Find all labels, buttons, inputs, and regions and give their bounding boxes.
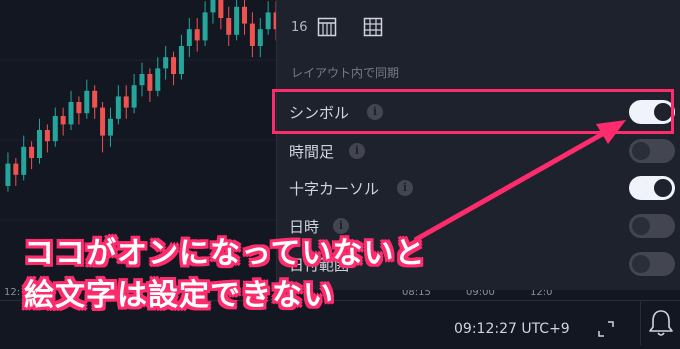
candle-body	[29, 146, 35, 158]
candle-body	[123, 96, 129, 108]
candle-body	[92, 90, 98, 108]
candle-body	[155, 68, 161, 91]
sync-row-crosshair[interactable]: 十字カーソル i	[277, 170, 680, 206]
candle-body	[44, 130, 50, 142]
grid-icon[interactable]	[363, 17, 383, 37]
candle-body	[218, 0, 224, 18]
clock-label[interactable]: 09:12:27 UTC+9	[454, 321, 570, 337]
candle-body	[265, 12, 271, 30]
candle-body	[210, 0, 216, 13]
interval-sync-toggle[interactable]	[629, 139, 675, 163]
candle-body	[115, 96, 121, 119]
candle-body	[13, 163, 19, 175]
candle-body	[60, 116, 66, 125]
toggle-knob	[654, 179, 672, 197]
table-grid-icon[interactable]	[317, 17, 337, 37]
info-icon[interactable]: i	[349, 143, 365, 159]
size-value: 16	[291, 20, 308, 35]
candle-body	[163, 57, 169, 69]
sync-row-interval[interactable]: 時間足 i	[277, 133, 680, 169]
candle-body	[5, 163, 11, 186]
candle-body	[36, 130, 42, 158]
candle-body	[131, 85, 137, 108]
candle-body	[100, 107, 106, 136]
info-icon[interactable]: i	[397, 180, 413, 196]
candle-body	[107, 118, 113, 136]
candle-body	[242, 6, 248, 24]
annotation-line-2: 絵文字は設定できない	[24, 278, 334, 313]
candle-body	[249, 23, 255, 46]
row-label: 十字カーソル	[289, 180, 380, 198]
time-axis-label: 12:	[4, 287, 21, 298]
highlight-box	[272, 89, 674, 134]
candle-body	[226, 18, 232, 35]
toggle-knob	[632, 217, 650, 235]
candle-body	[194, 29, 200, 41]
expand-icon[interactable]	[597, 320, 615, 338]
candle-body	[139, 74, 145, 86]
annotation-line-1: ココがオンになっていないと	[24, 236, 426, 271]
section-title: レイアウト内で同期	[291, 66, 400, 80]
candle-body	[202, 12, 208, 41]
toggle-knob	[632, 142, 650, 160]
candle-body	[186, 29, 192, 46]
candle-body	[21, 146, 27, 175]
notifications-button[interactable]	[640, 300, 680, 345]
bell-icon	[649, 310, 673, 336]
row-label: 時間足	[289, 143, 335, 161]
datetime-sync-toggle[interactable]	[629, 214, 675, 238]
candle-body	[171, 57, 177, 74]
candle-body	[68, 102, 74, 125]
candle-body	[257, 29, 263, 46]
toggle-knob	[632, 255, 650, 273]
date-range-sync-toggle[interactable]	[629, 252, 675, 276]
candle-body	[234, 6, 240, 35]
crosshair-sync-toggle[interactable]	[629, 176, 675, 200]
candle-body	[76, 102, 82, 114]
candle-body	[52, 116, 58, 142]
candle-body	[84, 90, 90, 114]
candle-body	[178, 46, 184, 74]
candle-body	[147, 74, 153, 91]
